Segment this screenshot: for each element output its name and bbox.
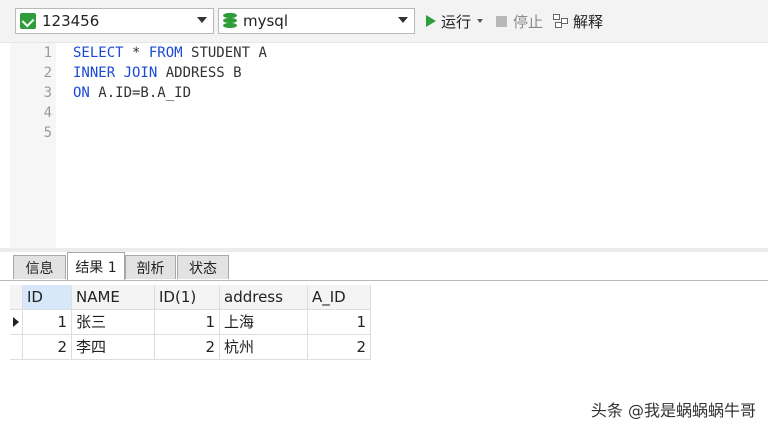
code-line-1: SELECT * FROM STUDENT A <box>73 43 267 63</box>
table-cell[interactable]: 1 <box>23 310 72 335</box>
current-row-icon <box>13 317 19 327</box>
code-line-2: INNER JOIN ADDRESS B <box>73 63 242 83</box>
row-header[interactable] <box>10 310 23 335</box>
chevron-down-icon <box>398 17 408 23</box>
table-cell[interactable]: 上海 <box>220 310 308 335</box>
explain-icon <box>553 14 569 28</box>
column-header[interactable]: address <box>220 285 308 310</box>
line-number: 2 <box>43 65 52 81</box>
code-line-3: ON A.ID=B.A_ID <box>73 83 191 103</box>
play-icon <box>426 15 436 27</box>
result-tabs: 信息 结果 1 剖析 状态 <box>0 252 768 281</box>
watermark: 头条 @我是蜗蜗蜗牛哥 <box>590 401 756 420</box>
table-cell[interactable]: 杭州 <box>220 335 308 360</box>
line-number: 1 <box>43 45 52 61</box>
line-number: 4 <box>43 105 52 121</box>
tab-profile[interactable]: 剖析 <box>125 255 176 279</box>
column-header[interactable]: ID <box>23 285 72 310</box>
column-header[interactable]: NAME <box>72 285 155 310</box>
database-value: mysql <box>243 12 288 30</box>
connection-icon <box>20 13 36 29</box>
stop-button[interactable]: 停止 <box>496 10 543 32</box>
explain-label: 解释 <box>573 12 604 31</box>
row-header[interactable] <box>10 335 23 360</box>
table-cell[interactable]: 1 <box>308 310 371 335</box>
table-cell[interactable]: 1 <box>155 310 220 335</box>
explain-button[interactable]: 解释 <box>553 10 603 32</box>
line-number: 5 <box>43 125 52 141</box>
keyword: SELECT <box>73 45 124 61</box>
line-number-gutter: 1 2 3 4 5 <box>10 43 56 248</box>
keyword: FROM <box>148 45 183 61</box>
run-button[interactable]: 运行 <box>426 10 484 32</box>
column-header[interactable]: A_ID <box>308 285 371 310</box>
row-header-corner <box>10 285 23 310</box>
table-cell[interactable]: 2 <box>308 335 371 360</box>
run-label: 运行 <box>441 12 472 31</box>
code-text: ADDRESS B <box>157 65 242 81</box>
tab-info[interactable]: 信息 <box>13 255 66 279</box>
keyword: ON <box>73 85 90 101</box>
database-select[interactable]: mysql <box>218 8 415 34</box>
connection-value: 123456 <box>42 12 100 30</box>
code-text: A.ID=B.A_ID <box>89 85 192 101</box>
run-dropdown-icon[interactable] <box>477 19 484 23</box>
table-cell[interactable]: 2 <box>23 335 72 360</box>
toolbar: 123456 mysql 运行 停止 解释 <box>0 0 768 43</box>
stop-icon <box>496 15 507 27</box>
stop-label: 停止 <box>513 12 544 31</box>
chevron-down-icon <box>197 17 207 23</box>
column-header[interactable]: ID(1) <box>155 285 220 310</box>
tab-result-1[interactable]: 结果 1 <box>67 252 125 280</box>
table-cell[interactable]: 2 <box>155 335 220 360</box>
line-number: 3 <box>43 85 52 101</box>
keyword: INNER JOIN <box>73 65 158 81</box>
table-cell[interactable]: 张三 <box>72 310 155 335</box>
tab-status[interactable]: 状态 <box>177 255 229 279</box>
code-text: * FROM STUDENT A <box>123 45 267 61</box>
table-cell[interactable]: 李四 <box>72 335 155 360</box>
connection-select[interactable]: 123456 <box>15 8 214 34</box>
database-icon <box>223 13 237 29</box>
